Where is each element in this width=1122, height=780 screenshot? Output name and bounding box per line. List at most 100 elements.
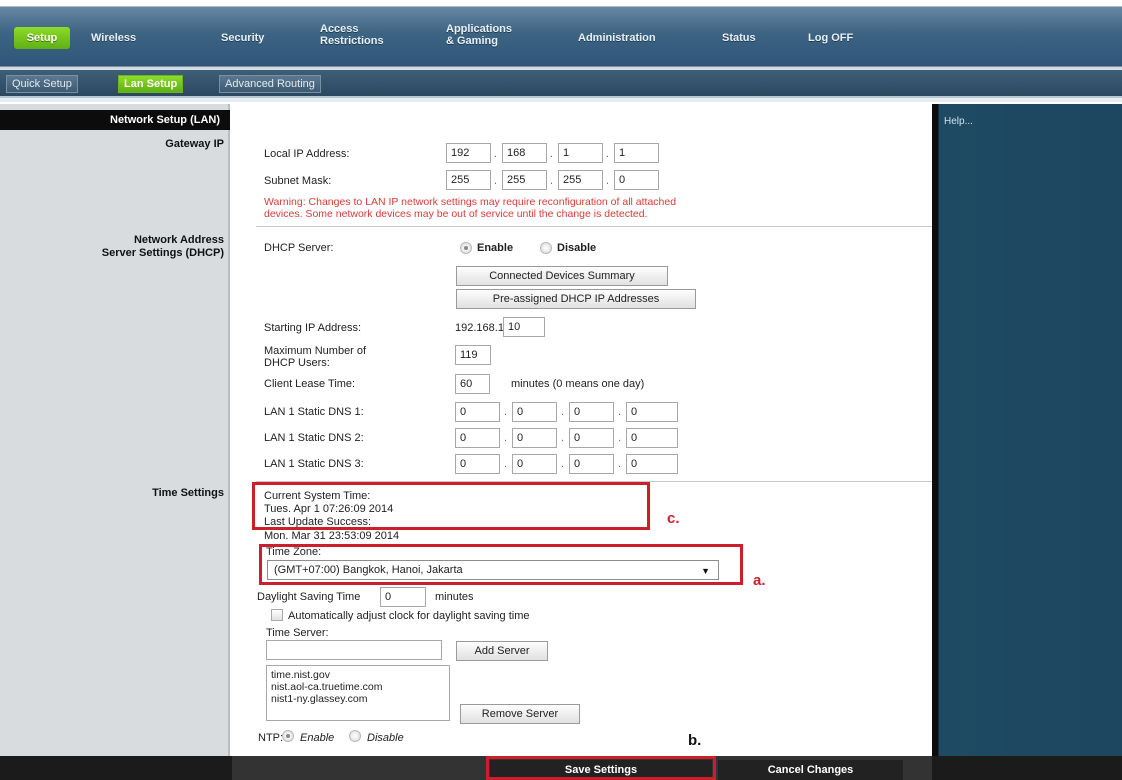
dns2-label: LAN 1 Static DNS 2: [264,432,364,444]
subtab-advanced-routing[interactable]: Advanced Routing [219,75,321,93]
router-admin-page: Setup Wireless Security Access Restricti… [0,0,1122,780]
connected-devices-button[interactable]: Connected Devices Summary [456,266,668,286]
dns3-octet-2[interactable]: 0 [512,454,557,474]
dst-label: Daylight Saving Time [257,591,361,603]
max-users-label-line2: DHCP Users: [264,357,330,369]
nav-apps-gaming-tab[interactable]: Applications & Gaming [446,23,512,51]
ntp-disable-label: Disable [367,732,404,744]
dhcp-enable-label: Enable [477,242,514,254]
annotation-frame-a [259,544,743,585]
list-item[interactable]: time.nist.gov [271,669,445,681]
local-ip-octet-2[interactable]: 168 [502,143,547,163]
annotation-frame-b [486,756,716,780]
nav-administration-tab[interactable]: Administration [578,25,656,51]
nav-security-tab[interactable]: Security [221,25,264,51]
local-ip-octet-3[interactable]: 1 [558,143,603,163]
max-users-input[interactable]: 119 [455,345,491,365]
nav-logoff-tab[interactable]: Log OFF [808,25,853,51]
preassigned-dhcp-button[interactable]: Pre-assigned DHCP IP Addresses [456,289,696,309]
ip-dot: . [504,458,508,470]
ip-dot: . [494,175,498,187]
dns2-octet-3[interactable]: 0 [569,428,614,448]
list-item[interactable]: nist.aol-ca.truetime.com [271,681,445,693]
dns2-octet-2[interactable]: 0 [512,428,557,448]
dns1-octet-1[interactable]: 0 [455,402,500,422]
nav-wireless-tab[interactable]: Wireless [91,25,136,51]
dhcp-enable-radio[interactable] [460,242,472,254]
ip-dot: . [504,432,508,444]
time-server-input[interactable] [266,640,442,660]
label-gateway-ip: Gateway IP [165,138,224,150]
starting-ip-input[interactable]: 10 [503,317,545,337]
max-users-label-line1: Maximum Number of [264,345,367,357]
ip-dot: . [606,175,610,187]
subnet-octet-1[interactable]: 255 [446,170,491,190]
dns1-octet-2[interactable]: 0 [512,402,557,422]
auto-dst-checkbox[interactable] [271,609,283,621]
dns2-octet-1[interactable]: 0 [455,428,500,448]
local-ip-label: Local IP Address: [264,148,350,160]
subnet-octet-4[interactable]: 0 [614,170,659,190]
ip-dot: . [618,432,622,444]
nav-apps-line1: Applications [446,23,513,35]
dns3-octet-3[interactable]: 0 [569,454,614,474]
sub-navigation: Quick Setup Lan Setup Advanced Routing [0,70,1122,96]
add-server-button[interactable]: Add Server [456,641,548,661]
ntp-enable-label: Enable [300,732,335,744]
ip-dot: . [561,406,565,418]
local-ip-octet-1[interactable]: 192 [446,143,491,163]
nav-status-tab[interactable]: Status [722,25,756,51]
subnet-octet-2[interactable]: 255 [502,170,547,190]
ip-dot: . [561,432,565,444]
local-ip-octet-4[interactable]: 1 [614,143,659,163]
ip-dot: . [550,175,554,187]
dns3-octet-1[interactable]: 0 [455,454,500,474]
section-divider [256,226,932,227]
ip-dot: . [618,458,622,470]
section-header: Network Setup (LAN) [0,110,230,130]
ip-dot: . [606,148,610,160]
dhcp-disable-radio[interactable] [540,242,552,254]
lan-warning-line1: Warning: Changes to LAN IP network setti… [264,196,677,208]
dns1-octet-4[interactable]: 0 [626,402,678,422]
cancel-changes-button[interactable]: Cancel Changes [718,760,903,780]
dhcp-server-label: DHCP Server: [264,242,334,254]
ip-dot: . [494,148,498,160]
label-time-settings: Time Settings [152,487,224,499]
subtab-lan-setup[interactable]: Lan Setup [118,75,184,93]
dns1-label: LAN 1 Static DNS 1: [264,406,364,418]
list-item[interactable]: nist1-ny.glassey.com [271,693,445,705]
dns3-octet-4[interactable]: 0 [626,454,678,474]
remove-server-button[interactable]: Remove Server [460,704,580,724]
subnet-label: Subnet Mask: [264,175,332,187]
starting-ip-prefix: 192.168.1. [455,322,507,334]
subtab-quick-setup[interactable]: Quick Setup [6,75,78,93]
help-link[interactable]: Help... [944,116,973,127]
ntp-enable-radio[interactable] [282,730,294,742]
nav-access-line1: Access [320,23,359,35]
label-dhcp-line2: Server Settings (DHCP) [101,247,224,259]
ntp-disable-radio[interactable] [349,730,361,742]
lease-time-input[interactable]: 60 [455,374,490,394]
left-label-column [0,104,230,756]
annotation-label-c: c. [667,510,680,527]
nav-access-restrictions-tab[interactable]: Access Restrictions [320,23,384,51]
annotation-label-a: a. [753,572,766,589]
dns2-octet-4[interactable]: 0 [626,428,678,448]
help-panel [932,104,1122,756]
subnav-divider [0,96,1122,102]
ip-dot: . [618,406,622,418]
dns1-octet-3[interactable]: 0 [569,402,614,422]
dst-input[interactable]: 0 [380,587,426,607]
ntp-label: NTP: [258,732,284,744]
time-server-list[interactable]: time.nist.gov nist.aol-ca.truetime.com n… [266,665,450,721]
nav-setup-tab[interactable]: Setup [14,27,70,49]
ip-dot: . [504,406,508,418]
main-nav-bar: Setup Wireless Security Access Restricti… [0,7,1122,65]
top-navigation: Setup Wireless Security Access Restricti… [0,0,1122,76]
subnet-octet-3[interactable]: 255 [558,170,603,190]
label-dhcp-line1: Network Address [133,234,224,246]
last-update-value: Mon. Mar 31 23:53:09 2014 [264,530,400,542]
nav-apps-line2: & Gaming [446,35,498,47]
dhcp-disable-label: Disable [557,242,597,254]
